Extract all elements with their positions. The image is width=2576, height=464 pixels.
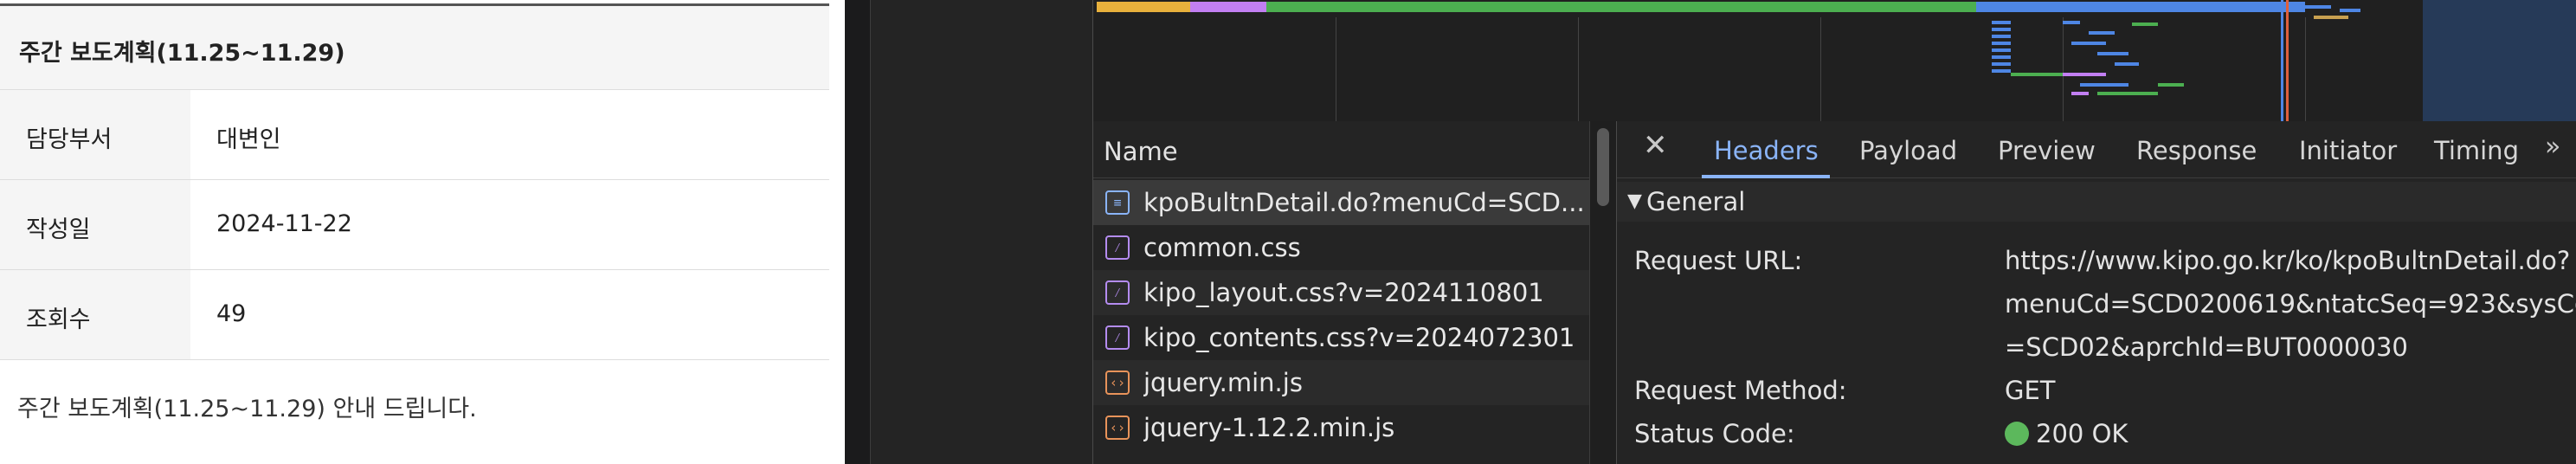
request-row[interactable]: ⁄ common.css: [1093, 225, 1590, 270]
post-content: 주간 보도계획(11.25~11.29) 안내 드립니다.: [17, 396, 477, 422]
request-row[interactable]: ‹› jquery.min.js: [1093, 360, 1590, 405]
request-method-value: GET: [2005, 376, 2056, 405]
request-row[interactable]: ‹› jquery-1.12.2.min.js: [1093, 405, 1590, 450]
active-tab-underline: [1702, 175, 1830, 178]
info-label: 조회수: [26, 306, 91, 333]
info-label: 담당부서: [26, 126, 113, 153]
tab-preview[interactable]: Preview: [1998, 136, 2096, 165]
tab-payload[interactable]: Payload: [1859, 136, 1957, 165]
status-code-value: 200 OK: [2005, 419, 2128, 448]
tab-timing[interactable]: Timing: [2434, 136, 2519, 165]
request-row[interactable]: ≡ kpoBultnDetail.do?menuCd=SCD...: [1093, 180, 1590, 225]
devtools-resize-handle[interactable]: [845, 0, 871, 464]
post-title: 주간 보도계획(11.25~11.29): [19, 40, 345, 67]
request-detail-pane: ✕ Headers Payload Preview Response Initi…: [1617, 121, 2576, 464]
name-column-header[interactable]: Name: [1093, 121, 1590, 178]
request-list[interactable]: Name ≡ kpoBultnDetail.do?menuCd=SCD... ⁄…: [1092, 121, 1590, 464]
info-row-date: 작성일 2024-11-22: [0, 180, 829, 270]
request-row[interactable]: ⁄ kipo_contents.css?v=2024072301: [1093, 315, 1590, 360]
detail-tabbar: ✕ Headers Payload Preview Response Initi…: [1617, 121, 2576, 178]
info-row-views: 조회수 49: [0, 270, 829, 360]
request-method-label: Request Method:: [1634, 376, 1847, 405]
tab-headers[interactable]: Headers: [1714, 136, 1819, 165]
js-file-icon: ‹›: [1105, 371, 1130, 395]
js-file-icon: ‹›: [1105, 416, 1130, 440]
overview-waiting-bar: [1097, 2, 1190, 12]
request-url-value: =SCD02&aprchId=BUT0000030: [2005, 332, 2408, 362]
tab-response[interactable]: Response: [2136, 136, 2257, 165]
document-icon: ≡: [1105, 190, 1130, 215]
request-url-value: menuCd=SCD0200619&ntatcSeq=923&sysCd: [2005, 289, 2576, 319]
overview-css-bar: [1190, 2, 1266, 12]
info-value: 2024-11-22: [216, 210, 352, 237]
overview-selection[interactable]: [2423, 0, 2576, 121]
dom-content-loaded-marker: [2281, 0, 2283, 121]
expand-triangle-icon: ▼: [1627, 190, 1642, 212]
status-ok-dot-icon: [2005, 422, 2029, 446]
scrollbar-thumb[interactable]: [1597, 128, 1609, 206]
info-label: 작성일: [26, 216, 91, 243]
press-detail-page: 주간 보도계획(11.25~11.29) 담당부서 대변인 작성일 2024-1…: [0, 0, 829, 464]
load-event-marker: [2286, 0, 2289, 121]
request-url-label: Request URL:: [1634, 246, 1803, 275]
overview-blue-bar: [1976, 2, 2305, 12]
general-section-header[interactable]: ▼ General: [1617, 182, 2576, 222]
css-file-icon: ⁄: [1105, 235, 1130, 260]
network-overview-timeline[interactable]: [1092, 0, 2576, 121]
more-tabs-icon[interactable]: »: [2545, 132, 2560, 162]
info-value: 대변인: [216, 126, 281, 153]
css-file-icon: ⁄: [1105, 325, 1130, 350]
close-icon[interactable]: ✕: [1643, 128, 1668, 163]
request-list-scrollbar[interactable]: [1589, 121, 1617, 464]
info-value: 49: [216, 300, 247, 327]
tab-initiator[interactable]: Initiator: [2299, 136, 2397, 165]
page-divider: [829, 0, 845, 464]
css-file-icon: ⁄: [1105, 280, 1130, 305]
info-row-department: 담당부서 대변인: [0, 90, 829, 180]
overview-content-bar: [1266, 2, 1976, 12]
status-code-label: Status Code:: [1634, 419, 1795, 448]
request-url-value: https://www.kipo.go.kr/ko/kpoBultnDetail…: [2005, 246, 2571, 275]
request-row[interactable]: ⁄ kipo_layout.css?v=2024110801: [1093, 270, 1590, 315]
post-title-row: 주간 보도계획(11.25~11.29): [0, 3, 829, 90]
